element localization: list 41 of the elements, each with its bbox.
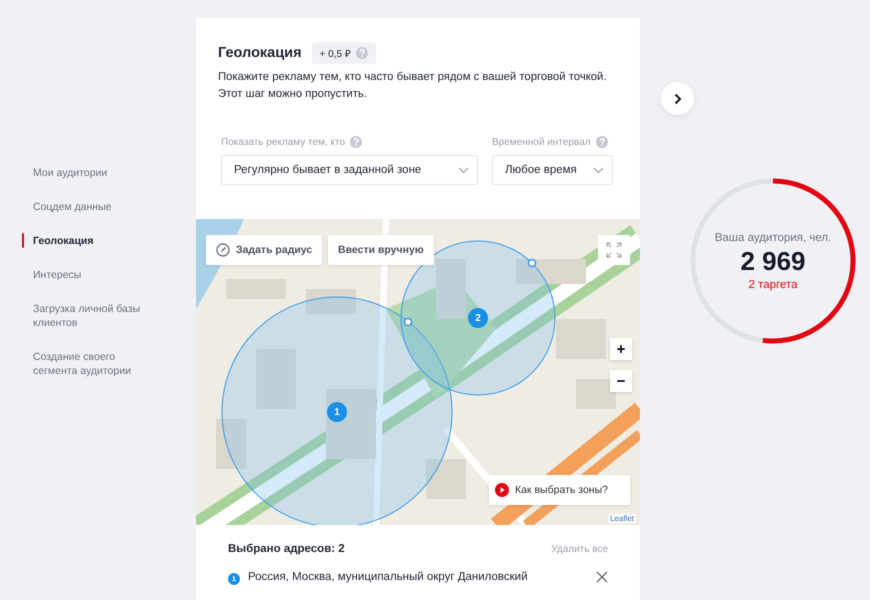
help-video-link[interactable]: Как выбрать зоны? <box>489 475 630 505</box>
help-icon[interactable] <box>356 47 368 59</box>
resize-handle[interactable] <box>528 258 536 268</box>
audience-count: 2 969 <box>740 246 806 276</box>
fullscreen-button[interactable] <box>598 235 630 265</box>
field-label: Временной интервал <box>492 136 590 148</box>
help-icon[interactable] <box>596 136 608 148</box>
gauge-icon <box>216 243 230 257</box>
resize-handle[interactable] <box>404 318 412 326</box>
audience-label: Ваша аудитория, чел. <box>714 232 832 244</box>
play-icon <box>495 483 510 497</box>
zoom-out-button[interactable]: − <box>610 370 632 392</box>
address-text: Россия, Москва, муниципальный округ Даниловский <box>248 571 529 583</box>
close-icon <box>596 571 608 583</box>
chevron-down-icon <box>593 166 604 174</box>
dropdown[interactable]: Регулярно бывает в заданной зоне <box>221 155 478 185</box>
addresses-title: Выбрано адресов: 2 <box>228 543 345 555</box>
next-button[interactable] <box>661 82 694 115</box>
sidebar-item[interactable]: Мои аудитории <box>0 162 163 184</box>
zoom-in-button[interactable]: + <box>610 338 632 360</box>
sidebar-item[interactable]: Геолокация <box>0 230 163 252</box>
sidebar-item[interactable]: Интересы <box>0 264 163 286</box>
map-attribution-link[interactable]: Leaflet <box>608 514 636 523</box>
sidebar-item[interactable]: Соцдем данные <box>0 196 163 218</box>
dropdown[interactable]: Любое время <box>492 155 613 185</box>
sidebar-item[interactable]: Создание своего сегмента аудитории <box>0 346 163 382</box>
targets-count: 2 таргета <box>748 278 798 290</box>
price-badge: + 0,5 ₽ <box>312 42 376 64</box>
chevron-right-icon <box>674 92 682 104</box>
active-indicator <box>22 233 24 248</box>
delete-all-link[interactable]: Удалить все <box>551 544 608 554</box>
remove-button[interactable] <box>596 571 608 583</box>
chevron-down-icon <box>458 166 469 174</box>
section-title: Геолокация <box>218 45 302 61</box>
manual-entry-button[interactable]: Ввести вручную <box>328 235 434 265</box>
section-description: Покажите рекламу тем, кто часто бывает рядом с вашей торговой точкой. Этот шаг можно пропустить. <box>218 70 608 102</box>
sidebar-item[interactable]: Загрузка личной базы клиентов <box>0 298 163 334</box>
set-radius-button[interactable]: Задать радиус <box>206 235 322 265</box>
help-icon[interactable] <box>350 136 362 148</box>
expand-icon <box>606 242 622 258</box>
field-label: Показать рекламу тем, кто <box>221 136 346 148</box>
